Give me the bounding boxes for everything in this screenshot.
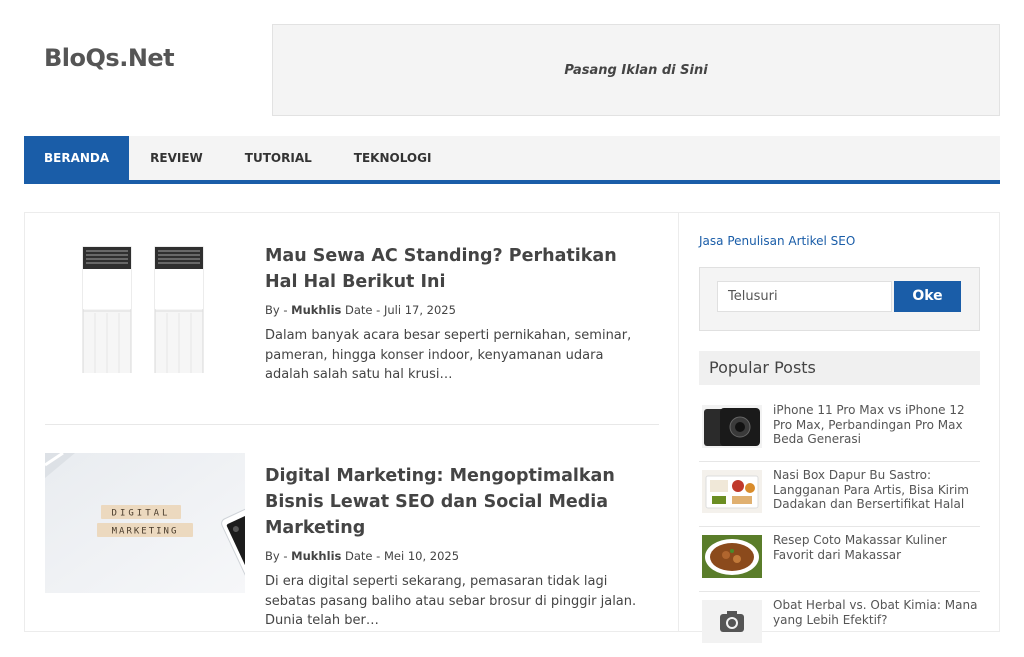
camera-placeholder-icon[interactable] [702, 600, 762, 643]
main-nav: BERANDA REVIEW TUTORIAL TEKNOLOGI [24, 136, 1000, 184]
seo-service-link[interactable]: Jasa Penulisan Artikel SEO [699, 234, 855, 248]
post-meta: By - Mukhlis Date - Mei 10, 2025 [265, 549, 650, 563]
popular-post-item[interactable]: iPhone 11 Pro Max vs iPhone 12 Pro Max, … [699, 397, 980, 462]
post-body: Digital Marketing: Mengoptimalkan Bisnis… [265, 453, 650, 631]
popular-posts-title: Popular Posts [699, 351, 980, 385]
popular-post-item[interactable]: Nasi Box Dapur Bu Sastro: Langganan Para… [699, 462, 980, 527]
site-header: BloQs.Net Pasang Iklan di Sini [0, 0, 1024, 136]
nasi-box-image[interactable] [702, 470, 762, 513]
ad-banner[interactable]: Pasang Iklan di Sini [272, 24, 1000, 116]
popular-posts-list: iPhone 11 Pro Max vs iPhone 12 Pro Max, … [699, 397, 980, 657]
nav-item-tutorial[interactable]: TUTORIAL [224, 136, 333, 180]
post-author: Mukhlis [291, 303, 342, 317]
post-title[interactable]: Digital Marketing: Mengoptimalkan Bisnis… [265, 463, 650, 541]
post-excerpt: Dalam banyak acara besar seperti pernika… [265, 328, 632, 382]
nav-item-beranda[interactable]: BERANDA [24, 136, 130, 180]
search-input[interactable]: Telusuri [717, 281, 892, 312]
popular-post-title[interactable]: Resep Coto Makassar Kuliner Favorit dari… [773, 533, 981, 562]
date-label: Date - [341, 303, 384, 317]
thumb-text-marketing: MARKETING [112, 527, 179, 537]
post-item: Mau Sewa AC Standing? Perhatikan Hal Hal… [45, 233, 659, 425]
by-label: By - [265, 549, 292, 563]
popular-post-item[interactable]: Resep Coto Makassar Kuliner Favorit dari… [699, 527, 980, 592]
post-author: Mukhlis [291, 549, 342, 563]
search-widget: Telusuri Oke [699, 267, 980, 331]
date-label: Date - [341, 549, 384, 563]
post-excerpt: Di era digital seperti sekarang, pemasar… [265, 574, 637, 628]
post-title[interactable]: Mau Sewa AC Standing? Perhatikan Hal Hal… [265, 243, 650, 295]
iphone-image[interactable] [702, 405, 762, 448]
sidebar: Jasa Penulisan Artikel SEO Telusuri Oke … [679, 212, 1000, 643]
popular-post-title[interactable]: iPhone 11 Pro Max vs iPhone 12 Pro Max, … [773, 403, 981, 447]
digital-marketing-image[interactable]: DIGITAL MARKETING [44, 451, 278, 593]
ad-text: Pasang Iklan di Sini [564, 62, 708, 78]
site-title[interactable]: BloQs.Net [44, 44, 175, 72]
popular-post-item[interactable]: Obat Herbal vs. Obat Kimia: Mana yang Le… [699, 592, 980, 657]
standing-ac-image[interactable] [45, 233, 245, 385]
nav-item-teknologi[interactable]: TEKNOLOGI [333, 136, 453, 180]
coto-makassar-image[interactable] [702, 535, 762, 578]
post-item: DIGITAL MARKETING Digital Marketing: Men… [44, 451, 659, 633]
popular-post-title[interactable]: Nasi Box Dapur Bu Sastro: Langganan Para… [773, 468, 981, 512]
post-date: Juli 17, 2025 [383, 303, 456, 317]
post-body: Mau Sewa AC Standing? Perhatikan Hal Hal… [265, 233, 650, 385]
search-button[interactable]: Oke [894, 281, 961, 312]
thumb-text-digital: DIGITAL [112, 509, 171, 519]
nav-item-review[interactable]: REVIEW [129, 136, 224, 180]
post-date: Mei 10, 2025 [383, 549, 460, 563]
popular-post-title[interactable]: Obat Herbal vs. Obat Kimia: Mana yang Le… [773, 598, 981, 627]
post-list: Mau Sewa AC Standing? Perhatikan Hal Hal… [24, 212, 679, 632]
post-meta: By - Mukhlis Date - Juli 17, 2025 [265, 303, 650, 317]
by-label: By - [265, 303, 292, 317]
